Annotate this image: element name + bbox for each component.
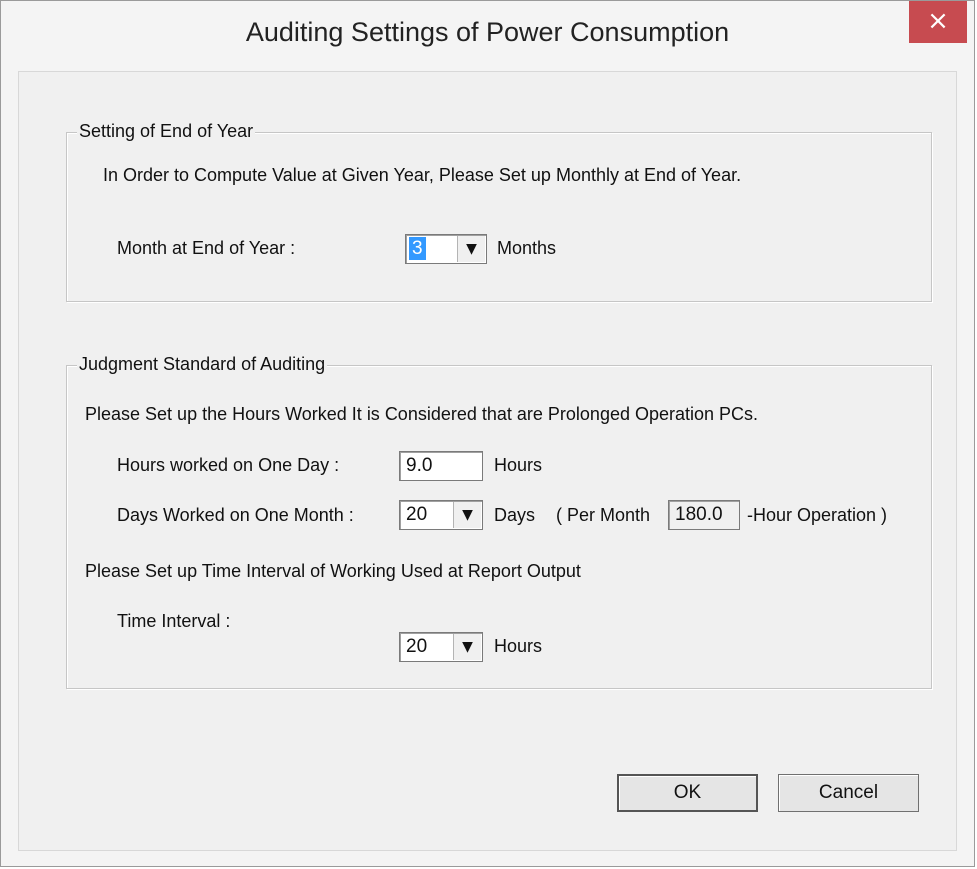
- per-month-suffix: -Hour Operation ): [747, 505, 888, 525]
- days-per-month-value: 20: [406, 504, 428, 525]
- cancel-button[interactable]: Cancel: [778, 774, 919, 812]
- close-icon: ×: [927, 6, 949, 36]
- dialog-window: Auditing Settings of Power Consumption ×…: [0, 0, 975, 867]
- chevron-down-icon[interactable]: ▼: [457, 236, 485, 262]
- dialog-client-area: Setting of End of Year In Order to Compu…: [18, 71, 957, 851]
- days-per-month-label: Days Worked on One Month :: [117, 505, 354, 525]
- chevron-down-icon[interactable]: ▼: [453, 502, 481, 528]
- days-per-month-dropdown[interactable]: 20 ▼: [399, 500, 483, 530]
- per-month-prefix: ( Per Month: [556, 505, 651, 525]
- interval-description: Please Set up Time Interval of Working U…: [85, 561, 581, 581]
- year-end-legend: Setting of End of Year: [77, 121, 256, 142]
- time-interval-dropdown[interactable]: 20 ▼: [399, 632, 483, 662]
- hours-per-day-label: Hours worked on One Day :: [117, 455, 340, 475]
- window-title: Auditing Settings of Power Consumption: [245, 17, 730, 47]
- month-end-label: Month at End of Year :: [117, 238, 296, 258]
- per-month-hours-field: 180.0: [668, 500, 740, 530]
- ok-button[interactable]: OK: [617, 774, 758, 812]
- month-end-unit: Months: [497, 238, 557, 258]
- auditing-description: Please Set up the Hours Worked It is Con…: [85, 404, 759, 424]
- chevron-down-icon[interactable]: ▼: [453, 634, 481, 660]
- title-bar: Auditing Settings of Power Consumption ×: [1, 1, 974, 71]
- time-interval-value: 20: [406, 636, 428, 657]
- auditing-legend: Judgment Standard of Auditing: [77, 354, 328, 375]
- close-button[interactable]: ×: [909, 1, 967, 43]
- days-per-month-unit: Days: [494, 505, 536, 525]
- year-end-groupbox: Setting of End of Year In Order to Compu…: [66, 121, 932, 302]
- auditing-groupbox: Judgment Standard of Auditing Please Set…: [66, 354, 932, 689]
- year-end-description: In Order to Compute Value at Given Year,…: [103, 165, 742, 185]
- month-end-dropdown[interactable]: 3 ▼: [405, 234, 487, 264]
- hours-per-day-field[interactable]: 9.0: [399, 451, 483, 481]
- time-interval-label: Time Interval :: [117, 611, 231, 631]
- time-interval-unit: Hours: [494, 636, 543, 656]
- hours-per-day-unit: Hours: [494, 455, 543, 475]
- month-end-value: 3: [409, 237, 426, 260]
